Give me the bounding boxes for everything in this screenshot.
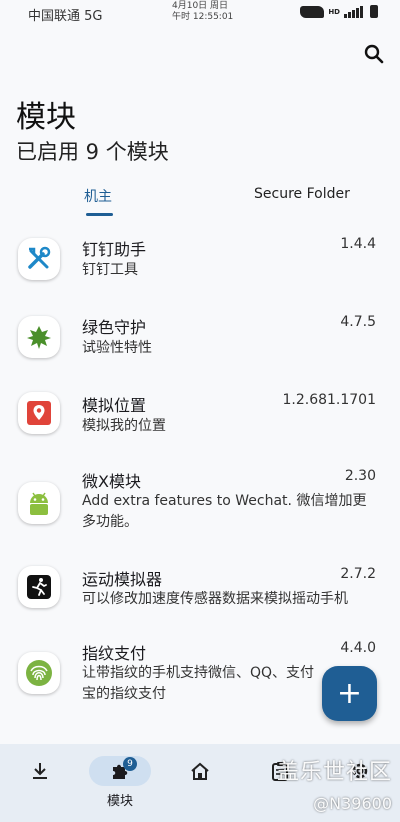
module-name: 微X模块: [82, 472, 141, 491]
module-name: 模拟位置: [82, 396, 147, 415]
runner-icon: [27, 575, 51, 599]
modules-count-badge: 9: [123, 757, 137, 771]
status-date-time: 4月10日 周日 午时 12:55:01: [172, 1, 233, 23]
watermark-handle: @N39600: [313, 794, 392, 813]
hd-label: HD: [328, 7, 340, 16]
module-icon: [18, 316, 60, 358]
tab-owner[interactable]: 机主: [84, 186, 112, 206]
carrier-label: 中国联通 5G: [28, 9, 103, 24]
leaf-icon: [27, 326, 51, 349]
module-item-mock-location[interactable]: 模拟位置 1.2.681.1701 模拟我的位置: [0, 386, 400, 458]
module-description: 钉钉工具: [82, 262, 138, 278]
fingerprint-icon: [26, 660, 52, 686]
watermark-title: 盖乐世社区: [276, 760, 392, 785]
module-version: 2.7.2: [340, 566, 376, 582]
module-icon: [18, 482, 60, 524]
battery-icon: [370, 5, 378, 18]
module-description: 可以修改加速度传感器数据来模拟摇动手机: [82, 591, 348, 607]
module-item-wex[interactable]: 微X模块 2.30 Add extra features to Wechat. …: [0, 464, 400, 544]
module-name: 指纹支付: [82, 644, 147, 663]
tab-indicator: [86, 213, 113, 216]
android-icon: [30, 492, 48, 515]
tab-secure-folder[interactable]: Secure Folder: [254, 186, 350, 202]
search-button[interactable]: [362, 42, 386, 66]
module-icon: [18, 566, 60, 608]
module-description: Add extra features to Wechat. 微信增加更多功能。: [82, 493, 367, 530]
status-time: 午时 12:55:01: [172, 12, 234, 22]
module-icon: [18, 392, 60, 434]
module-version: 1.4.4: [340, 236, 376, 252]
module-version: 1.2.681.1701: [282, 392, 376, 408]
tools-icon: [28, 246, 51, 269]
status-bar: 中国联通 5G 4月10日 周日 午时 12:55:01 HD: [0, 0, 400, 28]
signal-icon: [344, 5, 366, 18]
page-title: 模块: [16, 100, 76, 135]
tab-bar: 机主 Secure Folder: [0, 178, 400, 218]
module-description: 试验性特性: [82, 340, 152, 356]
nav-home[interactable]: [170, 756, 230, 810]
module-version: 4.4.0: [340, 640, 376, 656]
module-icon: [18, 652, 60, 694]
module-version: 4.7.5: [340, 314, 376, 330]
nav-modules-label: 模块: [106, 794, 133, 809]
module-item-motion-simulator[interactable]: 运动模拟器 2.7.2 可以修改加速度传感器数据来模拟摇动手机: [0, 562, 400, 634]
module-icon: [18, 238, 60, 280]
nav-download[interactable]: [10, 756, 70, 810]
nav-modules[interactable]: 9 模块: [89, 756, 151, 810]
module-version: 2.30: [344, 468, 376, 484]
add-module-button[interactable]: +: [322, 666, 377, 721]
nav-active-pill: 9: [89, 756, 151, 786]
status-date: 4月10日 周日: [172, 1, 229, 11]
watermark: 盖乐世社区 @N39600: [277, 754, 392, 813]
enabled-count: 已启用 9 个模块: [16, 140, 169, 164]
module-item-greenify[interactable]: 绿色守护 4.7.5 试验性特性: [0, 308, 400, 380]
location-pin-icon: [27, 401, 51, 425]
status-icons: HD: [300, 5, 378, 18]
module-name: 绿色守护: [82, 318, 147, 337]
download-icon: [33, 763, 47, 779]
module-name: 运动模拟器: [82, 570, 163, 589]
module-item-dingding[interactable]: 钉钉助手 1.4.4 钉钉工具: [0, 226, 400, 298]
bull-icon: [300, 5, 325, 18]
module-description: 模拟我的位置: [82, 418, 166, 434]
module-description: 让带指纹的手机支持微信、QQ、支付宝的指纹支付: [82, 665, 315, 702]
module-name: 钉钉助手: [82, 240, 147, 259]
home-icon: [191, 762, 209, 780]
search-icon: [364, 44, 384, 64]
